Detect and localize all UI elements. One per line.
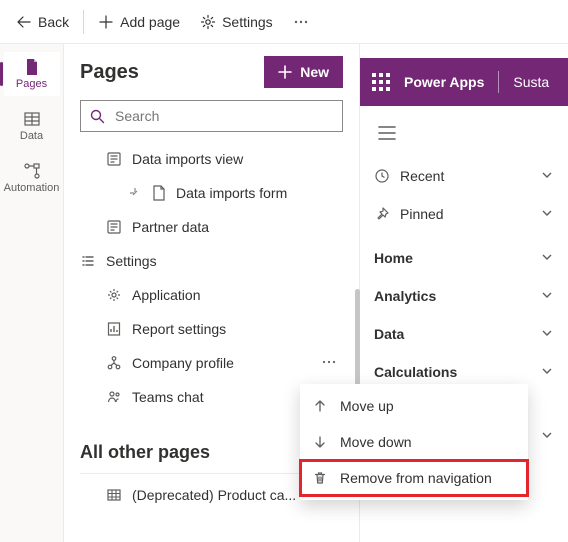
page-icon: [152, 185, 166, 201]
nav-label: Recent: [400, 168, 530, 184]
tree-group-settings[interactable]: Settings: [80, 244, 343, 278]
tree-label: Data imports form: [176, 185, 343, 201]
divider: [83, 10, 84, 34]
tree-label: Report settings: [132, 321, 343, 337]
rail-tab-label: Automation: [4, 182, 60, 194]
page-icon: [23, 58, 41, 76]
link-icon: [128, 186, 142, 200]
form-view-icon: [106, 151, 122, 167]
tree-item-application[interactable]: Application: [80, 278, 343, 312]
add-page-label: Add page: [120, 14, 180, 30]
nav-label: Calculations: [374, 364, 530, 380]
pages-title: Pages: [80, 61, 139, 84]
settings-label: Settings: [222, 14, 273, 30]
tree-label: Data imports view: [132, 151, 343, 167]
nav-item-home[interactable]: Home: [374, 239, 554, 277]
tree-item-data-imports-view[interactable]: Data imports view: [80, 142, 343, 176]
more-icon: [293, 14, 309, 30]
context-menu: Move up Move down Remove from navigation: [300, 384, 528, 500]
menu-label: Move up: [340, 398, 394, 414]
search-box[interactable]: [80, 100, 343, 132]
clock-icon: [374, 168, 390, 184]
add-page-button[interactable]: Add page: [90, 6, 188, 38]
pin-icon: [374, 206, 390, 222]
new-page-button[interactable]: New: [264, 56, 343, 88]
tree-item-company-profile[interactable]: Company profile: [80, 346, 343, 380]
rail-tab-data[interactable]: Data: [4, 104, 60, 148]
tree-item-data-imports-form[interactable]: Data imports form: [80, 176, 343, 210]
tree-item-partner-data[interactable]: Partner data: [80, 210, 343, 244]
rail-tab-pages[interactable]: Pages: [4, 52, 60, 96]
left-rail: Pages Data Automation: [0, 44, 64, 542]
form-view-icon: [106, 219, 122, 235]
item-more-button[interactable]: [315, 354, 343, 373]
arrow-up-icon: [312, 399, 328, 413]
nav-tree: Data imports view Data imports form Part…: [80, 142, 343, 414]
environment-name: Susta: [513, 74, 549, 90]
menu-label: Remove from navigation: [340, 470, 492, 486]
tree-item-report-settings[interactable]: Report settings: [80, 312, 343, 346]
rail-tab-label: Data: [20, 130, 43, 142]
chevron-down-icon: [540, 168, 554, 185]
flow-icon: [23, 162, 41, 180]
nav-item-recent[interactable]: Recent: [374, 157, 554, 195]
table-icon: [106, 487, 122, 503]
gear-icon: [106, 287, 122, 303]
chevron-down-icon: [540, 326, 554, 343]
arrow-left-icon: [16, 14, 32, 30]
org-icon: [106, 355, 122, 371]
tree-label: Settings: [106, 253, 343, 269]
search-input[interactable]: [113, 107, 334, 125]
chevron-down-icon: [540, 288, 554, 305]
settings-button[interactable]: Settings: [192, 6, 281, 38]
back-button[interactable]: Back: [8, 6, 77, 38]
gear-icon: [200, 14, 216, 30]
new-label: New: [300, 64, 329, 80]
rail-tab-label: Pages: [16, 78, 47, 90]
menu-remove-from-navigation[interactable]: Remove from navigation: [300, 460, 528, 496]
power-apps-header: Power Apps Susta: [360, 58, 568, 106]
nav-item-analytics[interactable]: Analytics: [374, 277, 554, 315]
trash-icon: [312, 471, 328, 485]
app-name: Power Apps: [404, 74, 484, 90]
arrow-down-icon: [312, 435, 328, 449]
menu-move-up[interactable]: Move up: [300, 388, 528, 424]
report-icon: [106, 321, 122, 337]
list-icon: [80, 253, 96, 269]
rail-tab-automation[interactable]: Automation: [4, 156, 60, 200]
table-icon: [23, 110, 41, 128]
back-label: Back: [38, 14, 69, 30]
top-toolbar: Back Add page Settings: [0, 0, 568, 44]
chevron-down-icon: [540, 364, 554, 381]
plus-icon: [98, 14, 114, 30]
nav-label: Home: [374, 250, 530, 266]
tree-label: Partner data: [132, 219, 343, 235]
search-icon: [89, 108, 105, 124]
plus-icon: [278, 65, 292, 79]
teams-icon: [106, 389, 122, 405]
menu-label: Move down: [340, 434, 412, 450]
toolbar-more-button[interactable]: [285, 6, 317, 38]
nav-label: Pinned: [400, 206, 530, 222]
nav-item-data[interactable]: Data: [374, 315, 554, 353]
waffle-icon[interactable]: [372, 73, 390, 91]
nav-label: Data: [374, 326, 530, 342]
hamburger-button[interactable]: [378, 126, 550, 143]
chevron-down-icon: [540, 206, 554, 223]
tree-label: Application: [132, 287, 343, 303]
tree-label: Company profile: [132, 355, 305, 371]
nav-label: Analytics: [374, 288, 530, 304]
nav-item-pinned[interactable]: Pinned: [374, 195, 554, 233]
chevron-down-icon: [540, 250, 554, 267]
divider: [498, 71, 499, 93]
menu-move-down[interactable]: Move down: [300, 424, 528, 460]
chevron-down-icon: [540, 428, 554, 445]
